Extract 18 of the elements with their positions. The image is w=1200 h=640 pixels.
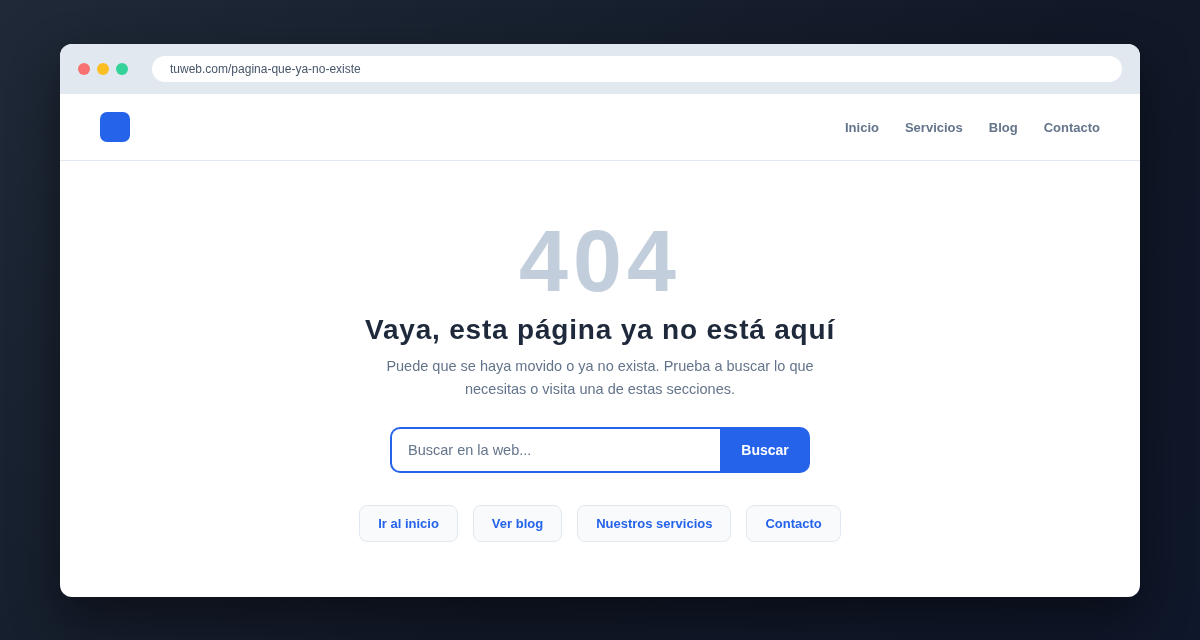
logo-icon[interactable] xyxy=(100,112,130,142)
window-dot-icon[interactable] xyxy=(97,63,109,75)
window-dot-icon[interactable] xyxy=(116,63,128,75)
nav-link[interactable]: Contacto xyxy=(1043,119,1100,135)
error-code: 404 xyxy=(519,217,681,305)
error-message: Puede que se haya movido o ya no exista. Prueba a buscar lo que necesitas o visita una de estas secciones. xyxy=(385,357,815,399)
nav-link[interactable]: Blog xyxy=(988,119,1018,135)
quick-link-button[interactable]: Contacto xyxy=(746,505,841,542)
error-title: Vaya, esta página ya no está aquí xyxy=(365,313,835,347)
search-field[interactable]: Buscar en la web... xyxy=(390,427,720,473)
nav-link[interactable]: Inicio xyxy=(845,119,879,135)
quick-link-button[interactable]: Nuestros servicios xyxy=(577,505,732,542)
quick-link-button[interactable]: Ir al inicio xyxy=(359,505,458,542)
search-button[interactable]: Buscar xyxy=(720,427,810,473)
address-bar[interactable]: tuweb.com/pagina-que-ya-no-existe xyxy=(152,56,1122,82)
window-dot-icon[interactable] xyxy=(78,63,90,75)
nav-link[interactable]: Servicios xyxy=(904,119,963,135)
quick-link-button[interactable]: Ver blog xyxy=(472,505,563,542)
